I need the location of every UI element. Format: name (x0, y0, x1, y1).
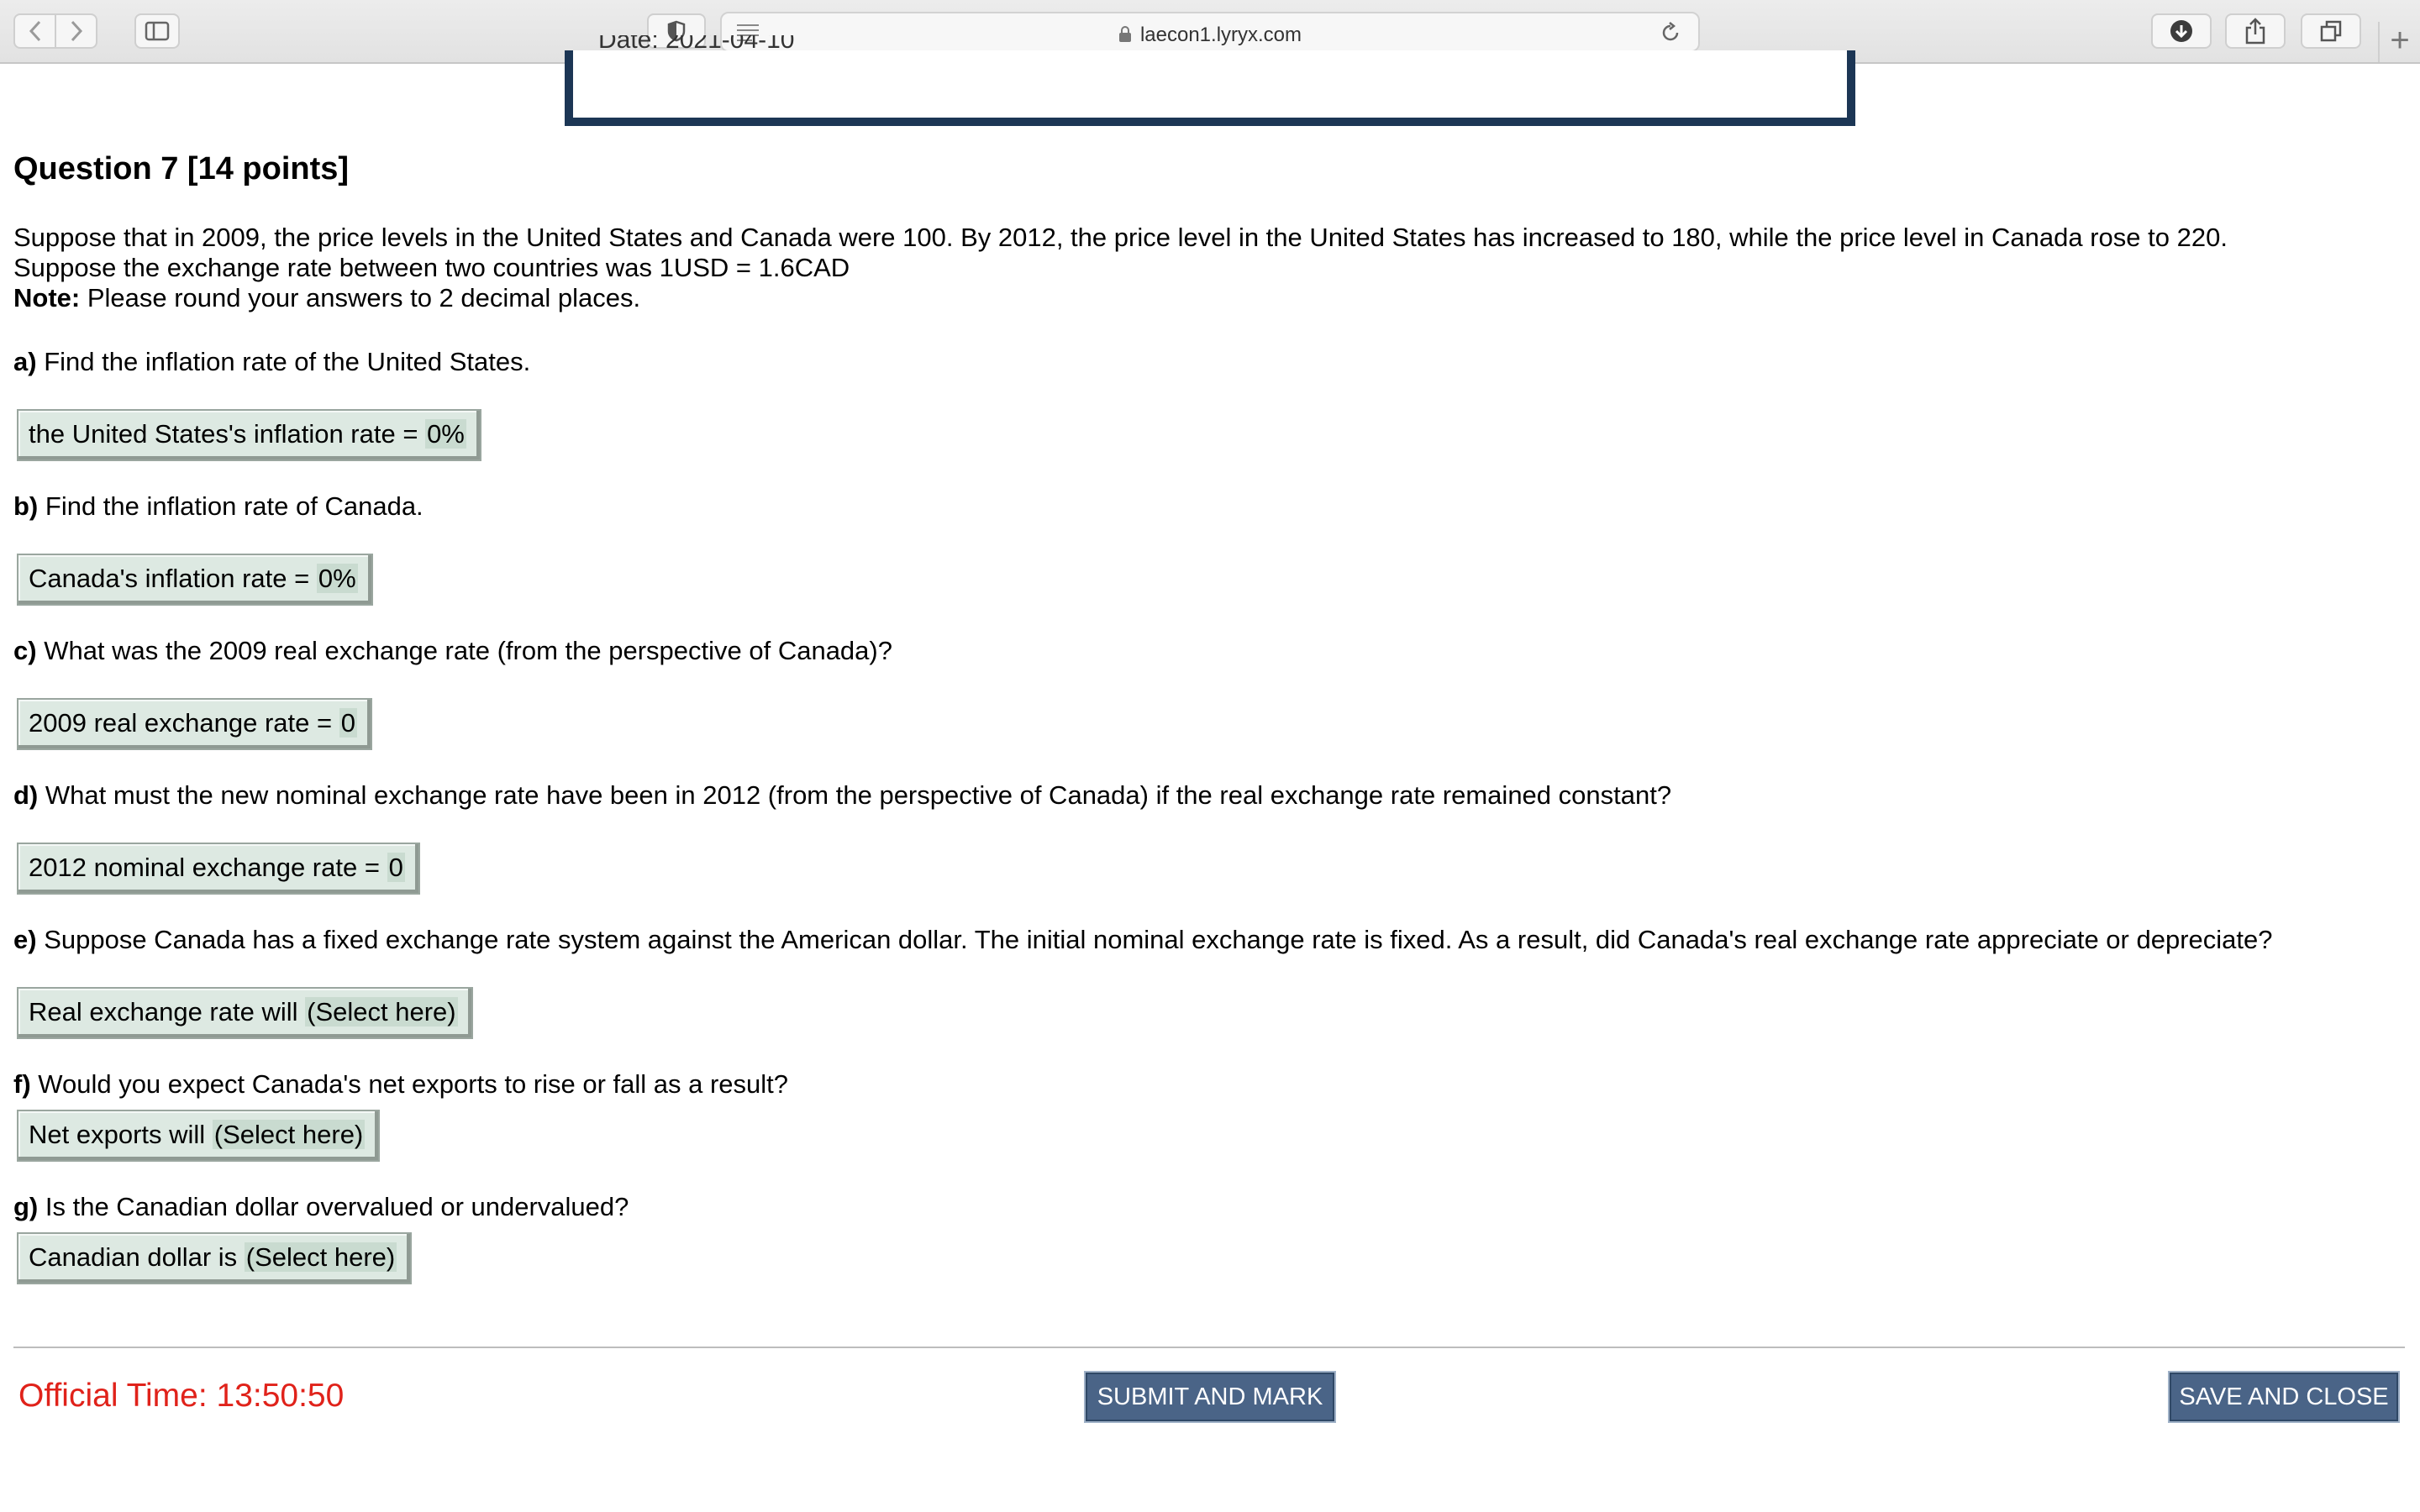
question-title: Question 7 [14 points] (13, 151, 350, 186)
part-e-answer-box: Real exchange rate will (Select here) (17, 987, 473, 1039)
url-display: laecon1.lyryx.com (722, 24, 1698, 49)
part-e-select[interactable]: (Select here) (305, 997, 458, 1026)
question-intro-line1: Suppose that in 2009, the price levels i… (13, 223, 2228, 252)
question-container: Question 7 [14 points] Suppose that in 2… (13, 151, 2400, 1315)
history-nav (13, 13, 97, 49)
part-a-prompt: a) Find the inflation rate of the United… (13, 347, 2400, 377)
part-d-prompt: d) What must the new nominal exchange ra… (13, 780, 2400, 811)
part-f-answer-box: Net exports will (Select here) (17, 1110, 381, 1162)
chevron-right-icon (71, 20, 82, 42)
part-d-answer-box: 2012 nominal exchange rate = 0 (17, 843, 420, 895)
part-label: a) (13, 347, 37, 376)
assignment-header-box: Date: 2021-04-10 (565, 35, 1855, 126)
part-g-prompt: g) Is the Canadian dollar overvalued or … (13, 1192, 2400, 1222)
part-b-answer-box: Canada's inflation rate = 0% (17, 554, 373, 606)
question-intro-line2: Suppose the exchange rate between two co… (13, 253, 850, 282)
back-button[interactable] (15, 15, 55, 47)
official-time: Official Time: 13:50:50 (18, 1378, 345, 1414)
answer-label: the United States's inflation rate = (29, 419, 426, 449)
date-text: Date: 2021-04-10 (598, 35, 795, 54)
submit-and-mark-button[interactable]: SUBMIT AND MARK (1086, 1373, 1334, 1421)
part-a-answer-box: the United States's inflation rate = 0% (17, 409, 481, 461)
answer-label: Canada's inflation rate = (29, 564, 317, 593)
chevron-left-icon (29, 20, 40, 42)
part-label: c) (13, 636, 37, 665)
part-label: b) (13, 491, 39, 521)
tabs-overview-button[interactable] (2301, 13, 2361, 49)
part-text: Find the inflation rate of Canada. (38, 491, 424, 521)
part-text: Find the inflation rate of the United St… (36, 347, 531, 376)
download-icon (2170, 20, 2192, 42)
part-b-answer-input[interactable]: 0% (316, 564, 358, 593)
answer-label: Real exchange rate will (29, 997, 306, 1026)
sidebar-icon (145, 21, 170, 41)
lock-icon (1118, 25, 1132, 49)
part-c-answer-input[interactable]: 0 (339, 708, 357, 738)
question-note: Note: Please round your answers to 2 dec… (13, 283, 2400, 313)
new-tab-button[interactable]: + (2378, 22, 2420, 62)
answer-label: 2009 real exchange rate = (29, 708, 339, 738)
part-label: g) (13, 1192, 39, 1221)
part-d-answer-input[interactable]: 0 (387, 853, 405, 882)
note-text: Please round your answers to 2 decimal p… (80, 283, 641, 312)
downloads-button[interactable] (2151, 13, 2212, 49)
part-b-prompt: b) Find the inflation rate of Canada. (13, 491, 2400, 522)
part-text: Suppose Canada has a fixed exchange rate… (36, 925, 2273, 954)
answer-label: 2012 nominal exchange rate = (29, 853, 387, 882)
part-label: d) (13, 780, 39, 810)
part-a-answer-input[interactable]: 0% (425, 419, 466, 449)
save-and-close-button[interactable]: SAVE AND CLOSE (2170, 1373, 2398, 1421)
part-text: Is the Canadian dollar overvalued or und… (38, 1192, 629, 1221)
part-e-prompt: e) Suppose Canada has a fixed exchange r… (13, 925, 2400, 955)
part-label: e) (13, 925, 37, 954)
part-text: What was the 2009 real exchange rate (fr… (36, 636, 892, 665)
sidebar-button[interactable] (134, 13, 180, 49)
part-text: What must the new nominal exchange rate … (38, 780, 1672, 810)
part-text: Would you expect Canada's net exports to… (30, 1069, 789, 1099)
part-f-prompt: f) Would you expect Canada's net exports… (13, 1069, 2400, 1100)
forward-button[interactable] (55, 15, 96, 47)
part-label: f) (13, 1069, 31, 1099)
reload-icon[interactable] (1660, 22, 1681, 48)
share-button[interactable] (2225, 13, 2286, 49)
footer-divider (13, 1347, 2405, 1348)
answer-label: Canadian dollar is (29, 1242, 245, 1272)
note-label: Note: (13, 283, 81, 312)
tabs-icon (2320, 20, 2342, 42)
part-c-answer-box: 2009 real exchange rate = 0 (17, 698, 372, 750)
part-g-select[interactable]: (Select here) (244, 1242, 397, 1272)
part-f-select[interactable]: (Select here) (212, 1120, 366, 1149)
part-c-prompt: c) What was the 2009 real exchange rate … (13, 636, 2400, 666)
share-icon (2245, 18, 2265, 45)
answer-label: Net exports will (29, 1120, 213, 1149)
url-text: laecon1.lyryx.com (1139, 24, 1302, 46)
address-bar[interactable]: laecon1.lyryx.com (720, 12, 1700, 52)
part-g-answer-box: Canadian dollar is (Select here) (17, 1232, 413, 1284)
